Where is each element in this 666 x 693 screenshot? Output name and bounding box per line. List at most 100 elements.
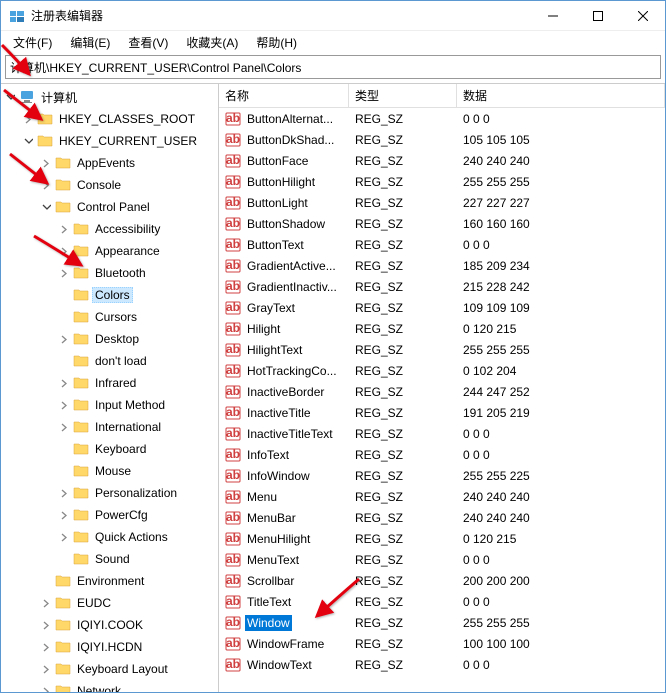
list-row[interactable]: abWindowTextREG_SZ0 0 0: [219, 654, 665, 675]
tree-panel[interactable]: 计算机HKEY_CLASSES_ROOTHKEY_CURRENT_USERApp…: [1, 84, 219, 692]
expander-icon[interactable]: [39, 618, 53, 632]
close-button[interactable]: [620, 1, 665, 30]
header-data[interactable]: 数据: [457, 84, 665, 107]
list-row[interactable]: abWindowREG_SZ255 255 255: [219, 612, 665, 633]
maximize-button[interactable]: [575, 1, 620, 30]
address-bar[interactable]: 计算机\HKEY_CURRENT_USER\Control Panel\Colo…: [5, 55, 661, 79]
expander-icon[interactable]: [3, 90, 17, 104]
list-row[interactable]: abWindowFrameREG_SZ100 100 100: [219, 633, 665, 654]
value-name-cell: abButtonDkShad...: [221, 132, 351, 148]
expander-icon[interactable]: [57, 486, 71, 500]
tree-item[interactable]: Keyboard Layout: [1, 658, 218, 680]
expander-icon[interactable]: [39, 178, 53, 192]
tree-item[interactable]: Desktop: [1, 328, 218, 350]
expander-icon[interactable]: [39, 596, 53, 610]
tree-item[interactable]: HKEY_CURRENT_USER: [1, 130, 218, 152]
list-row[interactable]: abInfoTextREG_SZ0 0 0: [219, 444, 665, 465]
menu-edit[interactable]: 编辑(E): [62, 32, 118, 53]
expander-icon[interactable]: [57, 530, 71, 544]
tree-item[interactable]: Sound: [1, 548, 218, 570]
list-row[interactable]: abInactiveBorderREG_SZ244 247 252: [219, 381, 665, 402]
list-row[interactable]: abGrayTextREG_SZ109 109 109: [219, 297, 665, 318]
list-row[interactable]: abButtonTextREG_SZ0 0 0: [219, 234, 665, 255]
expander-icon[interactable]: [21, 112, 35, 126]
expander-icon[interactable]: [57, 464, 71, 478]
list-row[interactable]: abGradientInactiv...REG_SZ215 228 242: [219, 276, 665, 297]
value-name-cell: abButtonShadow: [221, 216, 351, 232]
tree-item[interactable]: Cursors: [1, 306, 218, 328]
list-row[interactable]: abButtonDkShad...REG_SZ105 105 105: [219, 129, 665, 150]
tree-item[interactable]: AppEvents: [1, 152, 218, 174]
expander-icon[interactable]: [39, 662, 53, 676]
tree-item[interactable]: don't load: [1, 350, 218, 372]
list-row[interactable]: abMenuBarREG_SZ240 240 240: [219, 507, 665, 528]
header-type[interactable]: 类型: [349, 84, 457, 107]
tree-item[interactable]: International: [1, 416, 218, 438]
list-row[interactable]: abHilightREG_SZ0 120 215: [219, 318, 665, 339]
tree-item[interactable]: 计算机: [1, 86, 218, 108]
list-row[interactable]: abHilightTextREG_SZ255 255 255: [219, 339, 665, 360]
tree-item[interactable]: Console: [1, 174, 218, 196]
expander-icon[interactable]: [57, 332, 71, 346]
tree-item[interactable]: Appearance: [1, 240, 218, 262]
tree-item[interactable]: EUDC: [1, 592, 218, 614]
list-row[interactable]: abInfoWindowREG_SZ255 255 225: [219, 465, 665, 486]
tree-item[interactable]: Infrared: [1, 372, 218, 394]
tree-item[interactable]: PowerCfg: [1, 504, 218, 526]
expander-icon[interactable]: [39, 156, 53, 170]
expander-icon[interactable]: [57, 310, 71, 324]
tree-item[interactable]: HKEY_CLASSES_ROOT: [1, 108, 218, 130]
tree-item[interactable]: Control Panel: [1, 196, 218, 218]
list-row[interactable]: abButtonAlternat...REG_SZ0 0 0: [219, 108, 665, 129]
menu-help[interactable]: 帮助(H): [248, 32, 305, 53]
header-name[interactable]: 名称: [219, 84, 349, 107]
list-row[interactable]: abGradientActive...REG_SZ185 209 234: [219, 255, 665, 276]
list-row[interactable]: abButtonHilightREG_SZ255 255 255: [219, 171, 665, 192]
menu-favorites[interactable]: 收藏夹(A): [178, 32, 246, 53]
tree-item[interactable]: Colors: [1, 284, 218, 306]
list-row[interactable]: abButtonShadowREG_SZ160 160 160: [219, 213, 665, 234]
list-row[interactable]: abButtonFaceREG_SZ240 240 240: [219, 150, 665, 171]
tree-item[interactable]: Input Method: [1, 394, 218, 416]
list-row[interactable]: abScrollbarREG_SZ200 200 200: [219, 570, 665, 591]
list-row[interactable]: abInactiveTitleREG_SZ191 205 219: [219, 402, 665, 423]
expander-icon[interactable]: [57, 288, 71, 302]
expander-icon[interactable]: [57, 398, 71, 412]
list-row[interactable]: abMenuHilightREG_SZ0 120 215: [219, 528, 665, 549]
tree-item[interactable]: Bluetooth: [1, 262, 218, 284]
expander-icon[interactable]: [57, 442, 71, 456]
list-row[interactable]: abInactiveTitleTextREG_SZ0 0 0: [219, 423, 665, 444]
expander-icon[interactable]: [57, 266, 71, 280]
tree-item[interactable]: Accessibility: [1, 218, 218, 240]
list-row[interactable]: abTitleTextREG_SZ0 0 0: [219, 591, 665, 612]
tree-item[interactable]: IQIYI.COOK: [1, 614, 218, 636]
list-row[interactable]: abButtonLightREG_SZ227 227 227: [219, 192, 665, 213]
tree-item[interactable]: Keyboard: [1, 438, 218, 460]
list-row[interactable]: abHotTrackingCo...REG_SZ0 102 204: [219, 360, 665, 381]
tree-item[interactable]: Personalization: [1, 482, 218, 504]
menu-file[interactable]: 文件(F): [5, 32, 60, 53]
expander-icon[interactable]: [57, 420, 71, 434]
tree-item[interactable]: Quick Actions: [1, 526, 218, 548]
expander-icon[interactable]: [39, 684, 53, 692]
expander-icon[interactable]: [57, 222, 71, 236]
list-body[interactable]: abButtonAlternat...REG_SZ0 0 0abButtonDk…: [219, 108, 665, 692]
expander-icon[interactable]: [57, 354, 71, 368]
titlebar[interactable]: 注册表编辑器: [1, 1, 665, 31]
expander-icon[interactable]: [39, 200, 53, 214]
expander-icon[interactable]: [39, 574, 53, 588]
list-row[interactable]: abMenuREG_SZ240 240 240: [219, 486, 665, 507]
tree-item[interactable]: IQIYI.HCDN: [1, 636, 218, 658]
expander-icon[interactable]: [57, 376, 71, 390]
minimize-button[interactable]: [530, 1, 575, 30]
tree-item[interactable]: Network: [1, 680, 218, 692]
expander-icon[interactable]: [57, 552, 71, 566]
expander-icon[interactable]: [57, 508, 71, 522]
expander-icon[interactable]: [57, 244, 71, 258]
expander-icon[interactable]: [39, 640, 53, 654]
list-row[interactable]: abMenuTextREG_SZ0 0 0: [219, 549, 665, 570]
menu-view[interactable]: 查看(V): [120, 32, 176, 53]
tree-item[interactable]: Mouse: [1, 460, 218, 482]
tree-item[interactable]: Environment: [1, 570, 218, 592]
expander-icon[interactable]: [21, 134, 35, 148]
